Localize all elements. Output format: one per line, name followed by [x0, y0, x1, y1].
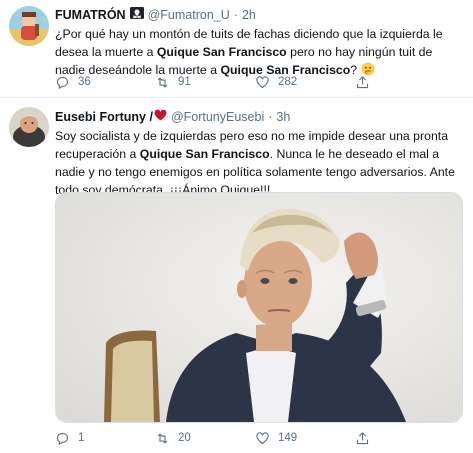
tweet-text: ¿Por qué hay un montón de tuits de facha…	[55, 25, 460, 79]
retweet-button[interactable]: 91	[155, 75, 255, 90]
like-count: 149	[278, 432, 298, 444]
retweet-button[interactable]: 20	[155, 431, 255, 446]
reply-count: 36	[78, 76, 91, 88]
action-bar: 36 91 282	[55, 74, 455, 90]
pirate-flag-icon	[129, 7, 144, 22]
avatar[interactable]	[9, 107, 49, 147]
retweet-icon	[157, 76, 168, 88]
tweet[interactable]: Eusebi Fortuny / @FortunyEusebi · 3h Soy…	[0, 98, 473, 453]
tweet-header: FUMATRÓN @Fumatron_U · 2h	[55, 7, 256, 22]
reply-icon	[56, 432, 69, 445]
user-handle[interactable]: @Fumatron_U	[148, 8, 230, 22]
portrait-photo	[56, 193, 462, 422]
user-handle[interactable]: @FortunyEusebi	[171, 110, 264, 124]
like-button[interactable]: 282	[255, 75, 355, 90]
separator-dot: ·	[268, 109, 273, 124]
reply-icon	[56, 76, 69, 89]
tweet-header: Eusebi Fortuny / @FortunyEusebi · 3h	[55, 109, 290, 124]
timestamp[interactable]: 3h	[276, 110, 290, 124]
mention-bold: Quique San Francisco	[156, 45, 287, 59]
retweet-count: 91	[178, 76, 191, 88]
action-bar: 1 20 149	[55, 430, 455, 446]
reply-button[interactable]: 36	[55, 75, 155, 90]
tweet-photo[interactable]	[55, 192, 463, 423]
reply-count: 1	[78, 432, 85, 444]
reply-button[interactable]: 1	[55, 431, 155, 446]
avatar[interactable]	[9, 6, 49, 46]
tweet[interactable]: FUMATRÓN @Fumatron_U · 2h ¿Por qué hay u…	[0, 0, 473, 98]
like-button[interactable]: 149	[255, 431, 355, 446]
share-icon	[356, 75, 369, 88]
share-button[interactable]	[355, 431, 455, 446]
separator-dot: ·	[233, 7, 238, 22]
avatar-image	[9, 6, 49, 46]
like-count: 282	[278, 76, 298, 88]
heart-icon	[256, 75, 269, 88]
share-button[interactable]	[355, 75, 455, 90]
red-heart-icon	[154, 109, 167, 124]
tweet-text: Soy socialista y de izquierdas pero eso …	[55, 127, 460, 199]
timestamp[interactable]: 2h	[242, 8, 256, 22]
mention-bold: Quique San Francisco	[139, 147, 270, 161]
display-name[interactable]: FUMATRÓN	[55, 8, 126, 22]
retweet-icon	[157, 432, 168, 444]
share-icon	[356, 431, 369, 444]
avatar-image	[9, 107, 49, 147]
display-name[interactable]: Eusebi Fortuny /	[55, 110, 153, 124]
retweet-count: 20	[178, 432, 191, 444]
heart-icon	[256, 431, 269, 444]
